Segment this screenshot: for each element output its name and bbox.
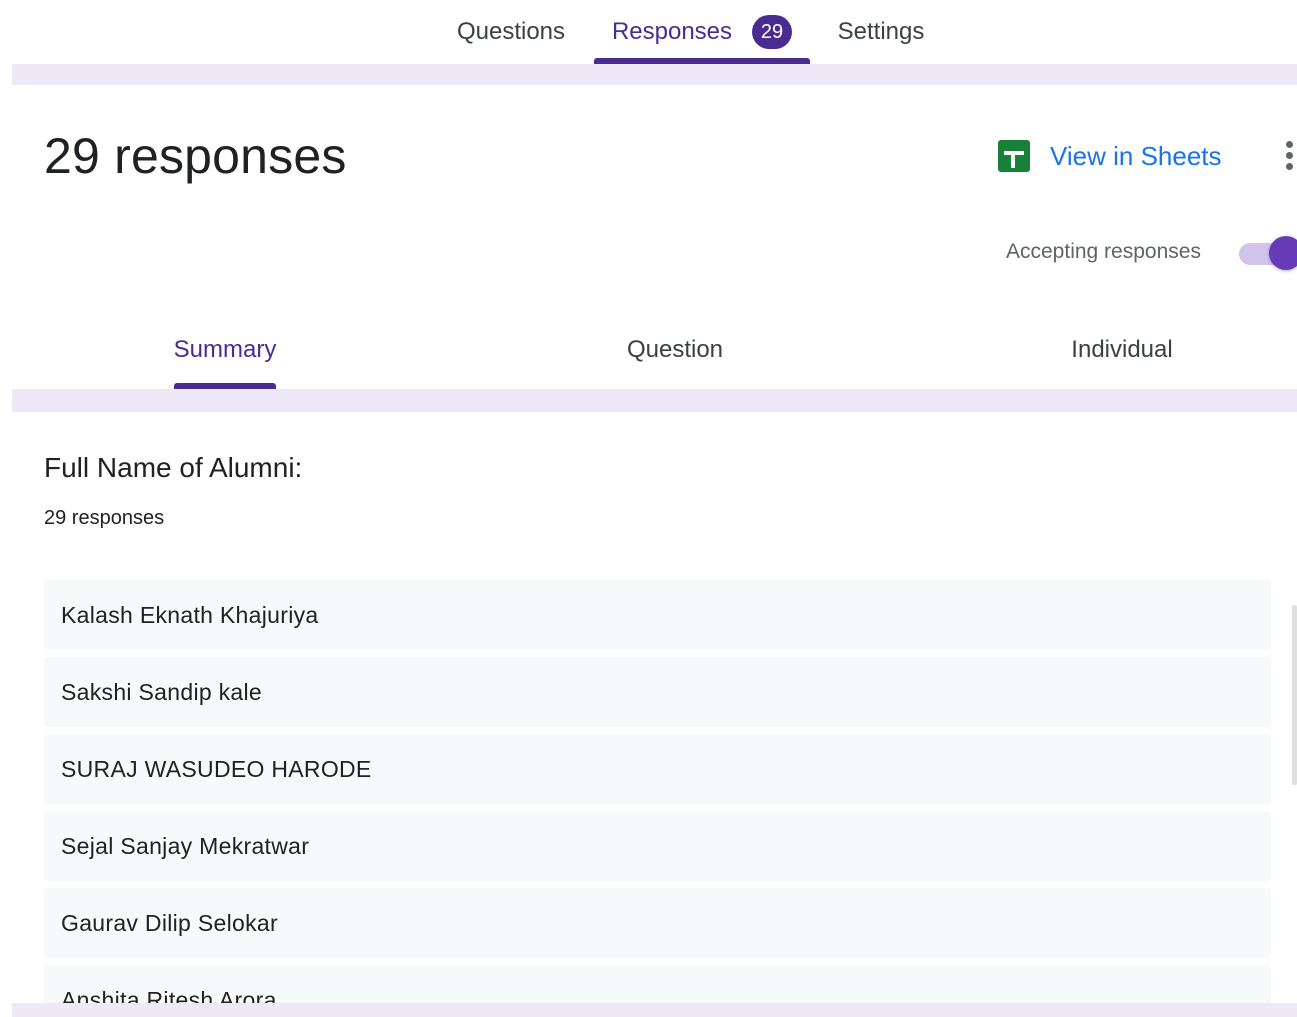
divider-strip-top	[12, 64, 1297, 85]
tab-individual[interactable]: Individual	[1017, 322, 1227, 378]
question-response-count: 29 responses	[44, 507, 165, 529]
more-options-icon[interactable]	[1280, 140, 1297, 172]
responses-count-badge: 29	[752, 15, 793, 49]
scrollbar-thumb[interactable]	[1292, 605, 1297, 785]
response-text: Sejal Sanjay Mekratwar	[61, 832, 310, 859]
list-item: Kalash Eknath Khajuriya	[44, 580, 1271, 650]
sheets-icon	[998, 140, 1030, 172]
tab-question-label: Question	[626, 336, 724, 363]
accepting-responses-toggle[interactable]	[1239, 236, 1297, 270]
tab-settings-label: Settings	[837, 18, 925, 45]
question-title: Full Name of Alumni:	[44, 452, 303, 483]
view-in-sheets-label: View in Sheets	[1050, 140, 1222, 171]
list-item: Gaurav Dilip Selokar	[44, 888, 1271, 958]
tab-individual-label: Individual	[1071, 336, 1173, 363]
toggle-thumb	[1269, 236, 1297, 270]
list-item: Sakshi Sandip kale	[44, 657, 1271, 727]
divider-strip-middle	[12, 389, 1297, 412]
response-text: Kalash Eknath Khajuriya	[61, 601, 319, 628]
top-tab-bar: Questions Responses 29 Settings	[0, 0, 1297, 64]
view-in-sheets-button[interactable]: View in Sheets	[998, 138, 1222, 174]
response-list[interactable]: Kalash Eknath Khajuriya Sakshi Sandip ka…	[44, 580, 1271, 1003]
tab-questions[interactable]: Questions	[440, 0, 582, 64]
tab-summary-label: Summary	[173, 336, 277, 363]
page-title: 29 responses	[44, 128, 347, 184]
tab-question[interactable]: Question	[570, 322, 780, 378]
response-text: SURAJ WASUDEO HARODE	[61, 755, 372, 782]
response-text: Anshita Ritesh Arora	[61, 986, 277, 1004]
list-item: Sejal Sanjay Mekratwar	[44, 811, 1271, 881]
tab-settings[interactable]: Settings	[822, 0, 940, 64]
list-item: SURAJ WASUDEO HARODE	[44, 734, 1271, 804]
divider-strip-bottom	[12, 1003, 1297, 1017]
tab-responses-label: Responses	[611, 18, 733, 45]
tab-responses[interactable]: Responses 29	[594, 0, 810, 64]
response-text: Gaurav Dilip Selokar	[61, 909, 278, 936]
accepting-responses-label: Accepting responses	[1006, 240, 1201, 263]
tab-questions-label: Questions	[456, 18, 566, 45]
kebab-dot	[1286, 152, 1293, 159]
list-item: Anshita Ritesh Arora	[44, 965, 1271, 1003]
tab-summary[interactable]: Summary	[120, 322, 330, 378]
response-text: Sakshi Sandip kale	[61, 678, 263, 705]
kebab-dot	[1286, 163, 1293, 170]
kebab-dot	[1286, 141, 1293, 148]
